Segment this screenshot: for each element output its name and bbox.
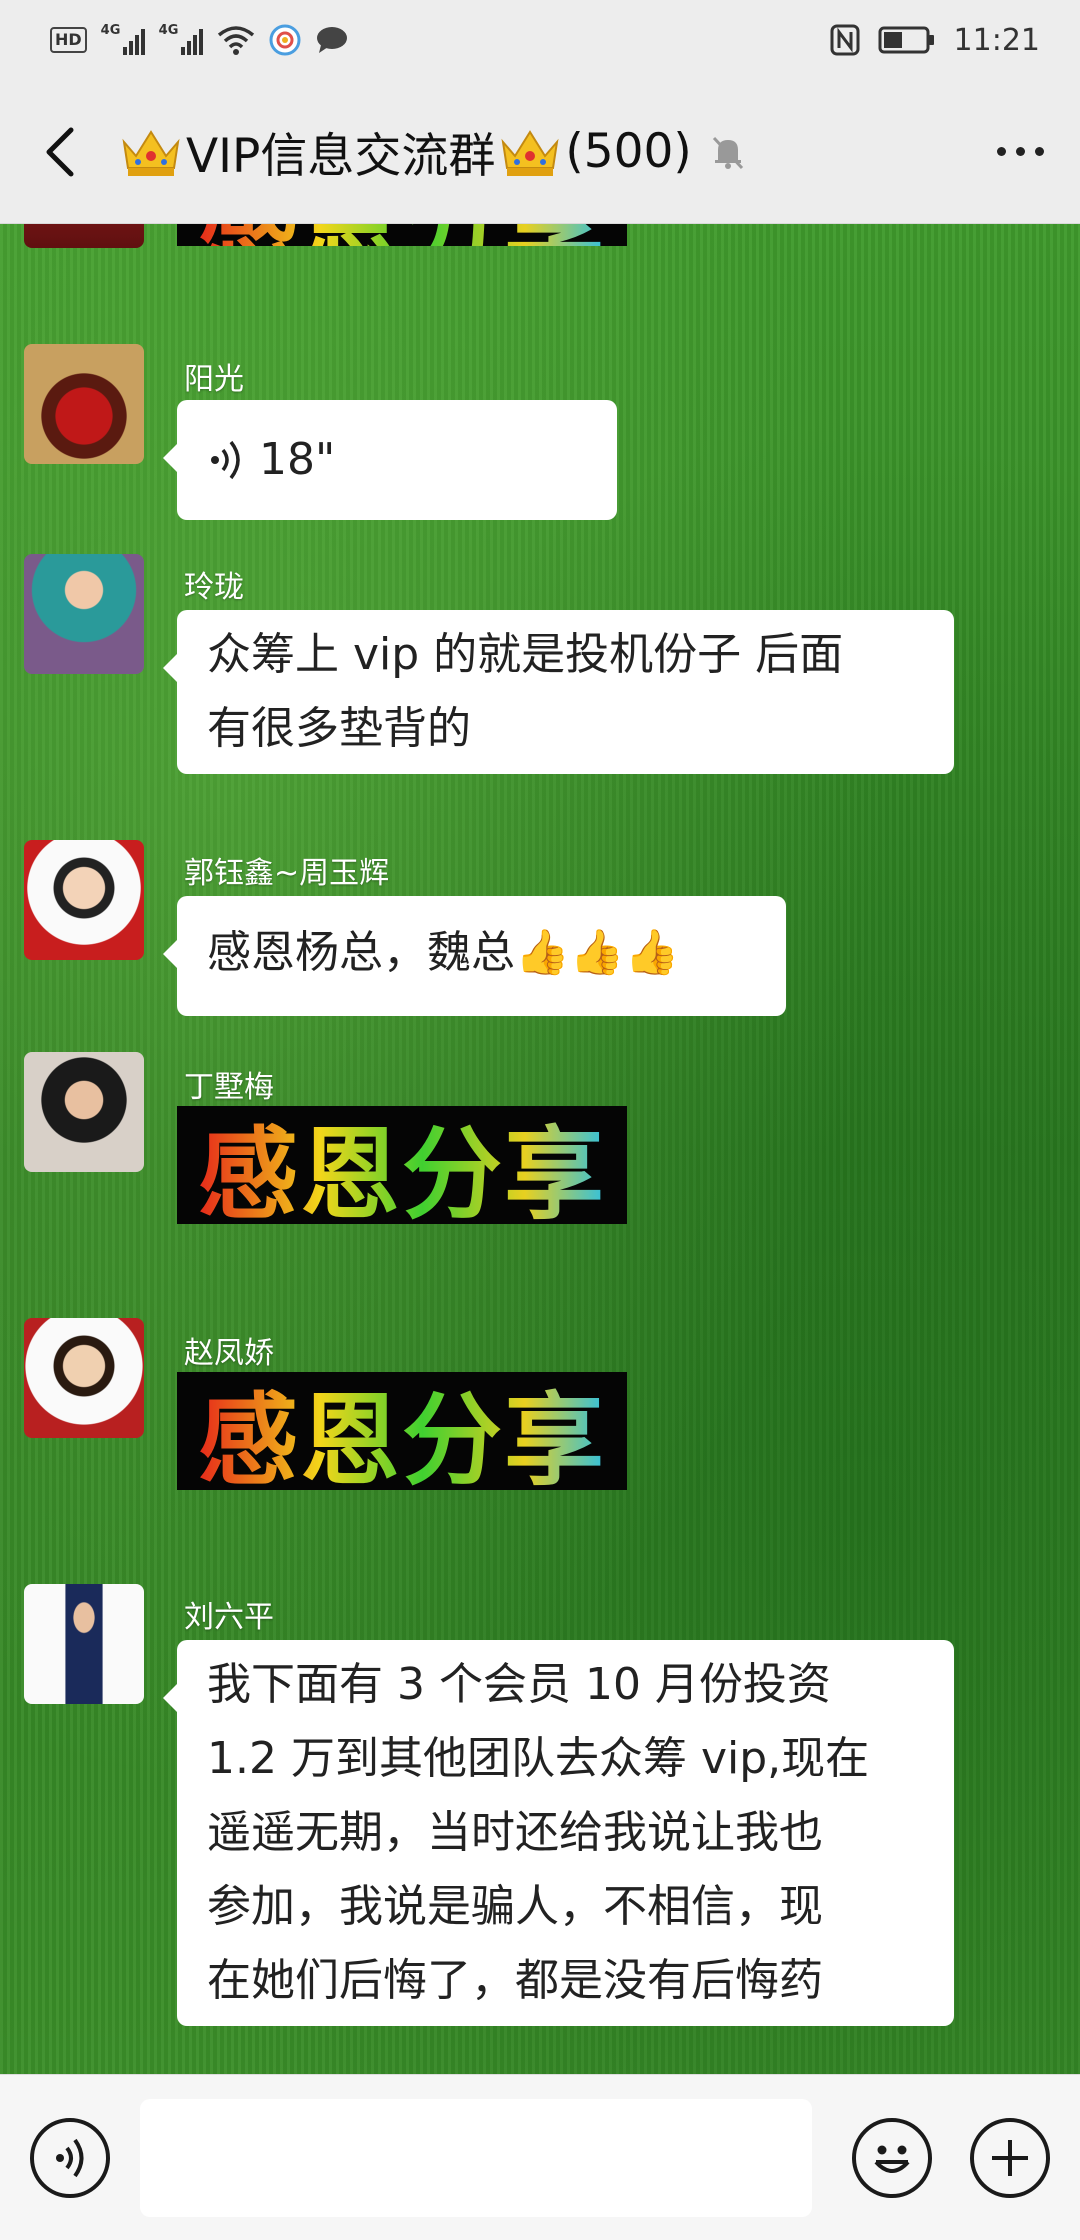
voice-icon — [56, 2138, 84, 2177]
message-input[interactable] — [140, 2098, 812, 2217]
avatar[interactable] — [24, 1052, 144, 1172]
sender-name: 郭钰鑫~周玉辉 — [184, 856, 390, 891]
crown-icon — [122, 129, 180, 176]
status-bar: HD 4G 4G 11:21 — [0, 0, 1080, 80]
group-name: VIP信息交流群 — [186, 129, 496, 184]
voice-message[interactable]: 18" — [163, 400, 617, 520]
input-actions — [852, 2117, 1050, 2198]
text-message[interactable]: 我下面有 3 个会员 10 月份投资 1.2 万到其他团队去众筹 vip,现在 … — [163, 1640, 954, 2026]
avatar[interactable] — [24, 554, 144, 674]
avatar[interactable] — [24, 1584, 144, 1704]
avatar[interactable] — [24, 1318, 144, 1438]
back-icon — [46, 127, 74, 176]
chat-header: VIP信息交流群 (500) — [0, 80, 1080, 224]
chat-title: VIP信息交流群 (500) — [120, 117, 748, 186]
avatar[interactable] — [24, 344, 144, 464]
back-button[interactable] — [0, 80, 120, 224]
sender-name: 赵凤娇 — [184, 1336, 274, 1371]
app-notification-icon — [269, 24, 301, 56]
sender-name: 玲珑 — [184, 570, 244, 605]
sender-name: 刘六平 — [184, 1600, 274, 1635]
text-message[interactable]: 众筹上 vip 的就是投机份子 后面 有很多垫背的 — [163, 610, 954, 774]
network-type-2: 4G — [158, 23, 179, 38]
nfc-icon — [830, 24, 860, 56]
status-right: 11:21 — [830, 23, 1040, 58]
voice-icon — [211, 440, 240, 480]
sender-name: 丁墅梅 — [184, 1070, 274, 1105]
text-message[interactable]: 感恩杨总，魏总👍👍👍 — [163, 896, 786, 1016]
chat-message-area[interactable]: 感恩分享 阳光 18" 玲珑 众筹上 vip 的就是投机份子 后面 有很多垫背的… — [0, 224, 1080, 2074]
wifi-icon — [217, 26, 254, 55]
sticker-message[interactable]: 感恩分享 — [177, 1106, 627, 1224]
hd-badge: HD — [50, 27, 87, 53]
input-bar — [0, 2074, 1080, 2240]
emoji-button[interactable] — [852, 2117, 932, 2198]
more-icon — [996, 147, 1006, 156]
more-actions-button[interactable] — [970, 2117, 1050, 2198]
sticker-message[interactable]: 感恩分享 — [177, 224, 627, 246]
chat-notification-icon — [316, 27, 347, 53]
mute-bell-icon — [712, 136, 743, 169]
signal-icon-2: 4G — [158, 23, 203, 55]
avatar[interactable] — [24, 224, 144, 248]
plus-icon — [992, 2139, 1028, 2176]
network-type-1: 4G — [100, 23, 121, 38]
status-left: HD 4G 4G — [50, 23, 349, 56]
emoji-icon — [874, 2145, 910, 2173]
battery-icon — [878, 26, 934, 54]
member-count: (500) — [565, 124, 692, 179]
sticker-message[interactable]: 感恩分享 — [177, 1372, 627, 1490]
signal-icon: 4G — [100, 23, 145, 55]
avatar[interactable] — [24, 840, 144, 960]
crown-icon — [501, 129, 559, 176]
sender-name: 阳光 — [184, 362, 244, 397]
voice-input-button[interactable] — [30, 2117, 110, 2198]
clock: 11:21 — [953, 22, 1040, 58]
more-button[interactable] — [960, 80, 1080, 224]
voice-duration: 18" — [259, 434, 336, 485]
